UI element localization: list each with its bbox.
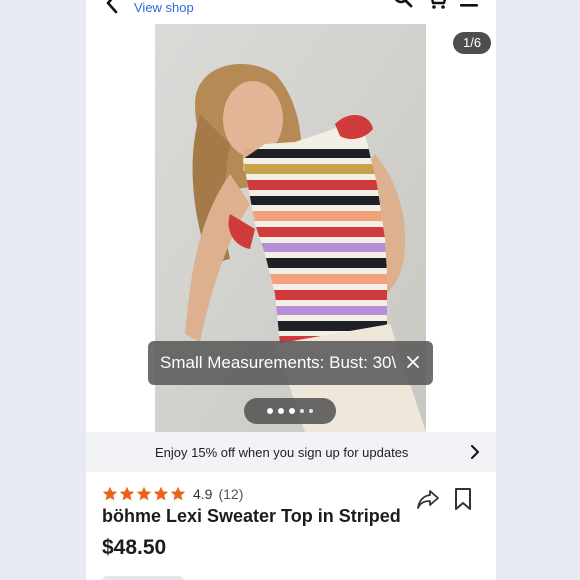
pagination-dot[interactable] (300, 409, 304, 413)
chevron-right-icon (471, 445, 479, 459)
search-icon[interactable] (392, 0, 414, 10)
image-counter: 1/6 (453, 32, 492, 54)
product-rating[interactable]: 4.9 (12) (102, 486, 243, 502)
pagination-dot[interactable] (267, 408, 273, 414)
product-price: $48.50 (102, 536, 167, 559)
product-title: böhme Lexi Sweater Top in Striped (102, 506, 401, 526)
top-bar: View shop (86, 0, 496, 24)
bookmark-icon[interactable] (454, 488, 472, 510)
star-icon (153, 486, 169, 501)
rating-count[interactable]: (12) (218, 486, 243, 502)
star-icon (102, 486, 118, 501)
measurements-tooltip: Small Measurements: Bust: 30\ (148, 341, 433, 385)
promo-text: Enjoy 15% off when you sign up for updat… (155, 445, 409, 460)
close-icon[interactable] (405, 354, 421, 370)
star-icon (136, 486, 152, 501)
view-shop-link[interactable]: View shop (134, 0, 194, 16)
signup-promo-banner[interactable]: Enjoy 15% off when you sign up for updat… (86, 432, 496, 472)
product-image-gallery[interactable]: 1/6 Small Measurements: Bust: 30\ (86, 24, 496, 432)
menu-icon[interactable] (460, 0, 478, 8)
tooltip-text: Small Measurements: Bust: 30\ (160, 353, 397, 372)
pagination-dot[interactable] (289, 408, 295, 414)
app-frame: View shop 1/6 Small Measurements: Bust: … (86, 0, 496, 580)
share-icon[interactable] (416, 488, 440, 510)
star-icon (119, 486, 135, 501)
chevron-left-icon[interactable] (102, 0, 124, 14)
star-icon (170, 486, 186, 501)
pagination-dot[interactable] (278, 408, 284, 414)
rating-value: 4.9 (193, 486, 213, 502)
gallery-pagination-dots[interactable] (244, 398, 336, 424)
pagination-dot[interactable] (309, 409, 313, 413)
cart-icon[interactable] (426, 0, 448, 10)
size-chip[interactable] (102, 576, 184, 580)
